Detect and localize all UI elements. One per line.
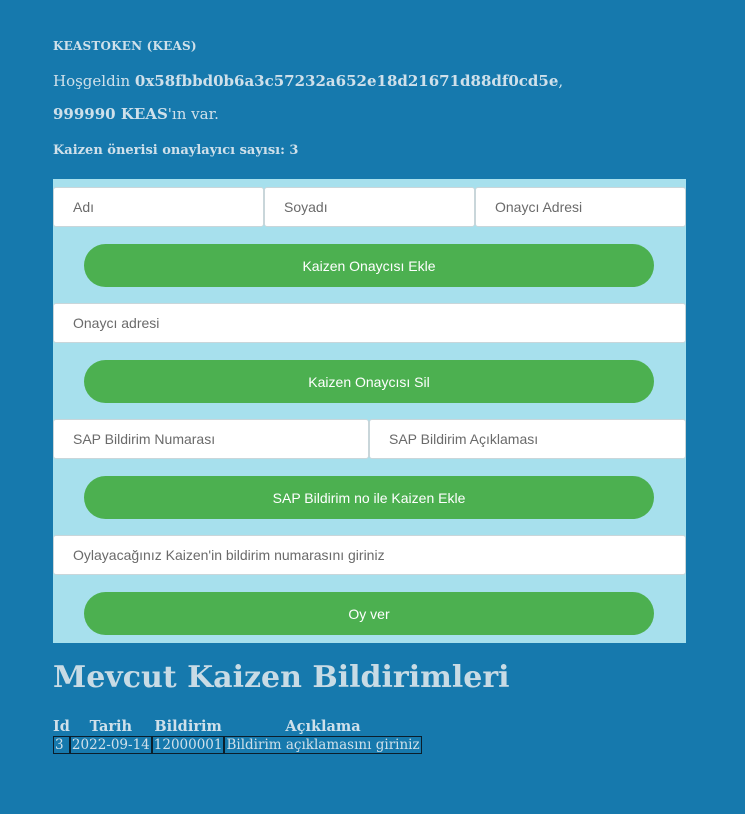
balance-value: 999990 KEAS xyxy=(53,105,168,123)
greeting-prefix: Hoşgeldin xyxy=(53,72,135,90)
cell-report-number: 12000001 xyxy=(151,736,225,754)
remove-approver-address-input[interactable] xyxy=(53,303,686,343)
column-header-id: Id xyxy=(53,718,70,735)
approver-address-input[interactable] xyxy=(475,187,686,227)
last-name-input[interactable] xyxy=(264,187,475,227)
cell-date: 2022-09-14 xyxy=(69,736,152,754)
remove-approver-button[interactable]: Kaizen Onaycısı Sil xyxy=(84,360,654,403)
cell-id: 3 xyxy=(53,736,70,754)
balance-suffix: 'ın var. xyxy=(167,105,219,123)
greeting-line: Hoşgeldin 0x58fbbd0b6a3c57232a652e18d216… xyxy=(53,72,563,90)
vote-button[interactable]: Oy ver xyxy=(84,592,654,635)
sap-number-input[interactable] xyxy=(53,419,369,459)
vote-kaizen-input[interactable] xyxy=(53,535,686,575)
approver-count: Kaizen önerisi onaylayıcı sayısı: 3 xyxy=(53,143,299,158)
greeting-suffix: , xyxy=(558,72,564,90)
table-row: 3 2022-09-14 12000001 Bildirim açıklamas… xyxy=(53,736,422,754)
add-kaizen-button[interactable]: SAP Bildirim no ile Kaizen Ekle xyxy=(84,476,654,519)
cell-description: Bildirim açıklamasını giriniz xyxy=(224,736,422,754)
kaizen-reports-table: Id Tarih Bildirim Açıklama 3 2022-09-14 … xyxy=(53,718,422,754)
reports-title: Mevcut Kaizen Bildirimleri xyxy=(53,660,510,695)
table-header-row: Id Tarih Bildirim Açıklama xyxy=(53,718,422,736)
add-approver-button[interactable]: Kaizen Onaycısı Ekle xyxy=(84,244,654,287)
column-header-date: Tarih xyxy=(89,718,133,735)
first-name-input[interactable] xyxy=(53,187,264,227)
kaizen-form-panel: Kaizen Onaycısı Ekle Kaizen Onaycısı Sil… xyxy=(53,179,686,643)
token-title: KEASTOKEN (KEAS) xyxy=(53,39,197,53)
wallet-address: 0x58fbbd0b6a3c57232a652e18d21671d88df0cd… xyxy=(134,72,559,90)
column-header-report: Bildirim xyxy=(154,718,222,735)
sap-description-input[interactable] xyxy=(369,419,686,459)
column-header-description: Açıklama xyxy=(285,718,361,735)
balance-line: 999990 KEAS'ın var. xyxy=(53,105,219,123)
